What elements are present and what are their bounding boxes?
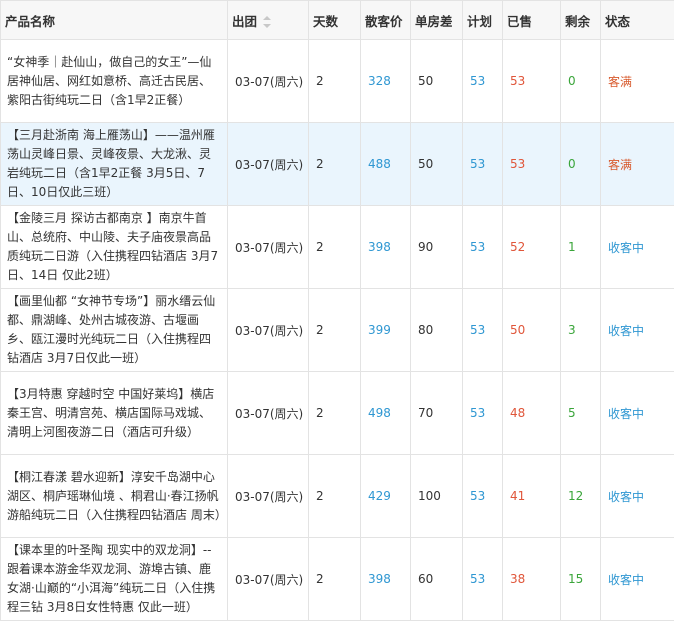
single-room-value: 90 <box>410 205 463 289</box>
left-value: 1 <box>560 205 601 289</box>
left-value: 0 <box>560 122 601 206</box>
plan-value: 53 <box>462 122 503 206</box>
header-depart[interactable]: 出团 <box>227 0 309 40</box>
sold-value: 50 <box>502 288 561 372</box>
plan-value: 53 <box>462 537 503 621</box>
price-value: 328 <box>360 39 411 123</box>
depart-date: 03-07(周六) <box>227 454 309 538</box>
single-room-value: 60 <box>410 537 463 621</box>
header-price: 散客价 <box>360 0 411 40</box>
days-value: 2 <box>308 288 361 372</box>
left-value: 15 <box>560 537 601 621</box>
single-room-value: 50 <box>410 39 463 123</box>
price-value: 429 <box>360 454 411 538</box>
product-name-link[interactable]: 【画里仙都 “女神节专场”】丽水缙云仙都、鼎湖峰、处州古城夜游、古堰画乡、瓯江漫… <box>0 288 228 372</box>
status-badge: 客满 <box>600 122 674 206</box>
days-value: 2 <box>308 39 361 123</box>
sold-value: 48 <box>502 371 561 455</box>
status-badge: 收客中 <box>600 288 674 372</box>
depart-date: 03-07(周六) <box>227 371 309 455</box>
table-row[interactable]: 【金陵三月 探访古都南京 】南京牛首山、总统府、中山陵、夫子庙夜景高品质纯玩二日… <box>0 205 674 289</box>
sold-value: 53 <box>502 39 561 123</box>
header-status: 状态 <box>600 0 674 40</box>
table-row[interactable]: 【桐江春漾 碧水迎新】淳安千岛湖中心湖区、桐庐瑶琳仙境 、桐君山·春江扬帆游船纯… <box>0 454 674 538</box>
sold-value: 41 <box>502 454 561 538</box>
days-value: 2 <box>308 371 361 455</box>
header-single: 单房差 <box>410 0 463 40</box>
price-value: 399 <box>360 288 411 372</box>
days-value: 2 <box>308 122 361 206</box>
header-sold: 已售 <box>502 0 561 40</box>
tour-table: 产品名称 出团 天数 散客价 单房差 计划 已售 剩余 状态 “女神季｜赴仙山，… <box>0 0 674 621</box>
single-room-value: 100 <box>410 454 463 538</box>
depart-date: 03-07(周六) <box>227 122 309 206</box>
table-row[interactable]: “女神季｜赴仙山，做自己的女王”—仙居神仙居、网红如意桥、高迁古民居、紫阳古街纯… <box>0 39 674 123</box>
product-name-link[interactable]: 【3月特惠 穿越时空 中国好莱坞】横店秦王宫、明清宫苑、横店国际马戏城、清明上河… <box>0 371 228 455</box>
plan-value: 53 <box>462 454 503 538</box>
depart-date: 03-07(周六) <box>227 205 309 289</box>
table-row[interactable]: 【画里仙都 “女神节专场”】丽水缙云仙都、鼎湖峰、处州古城夜游、古堰画乡、瓯江漫… <box>0 288 674 372</box>
single-room-value: 80 <box>410 288 463 372</box>
plan-value: 53 <box>462 371 503 455</box>
product-name-link[interactable]: 【桐江春漾 碧水迎新】淳安千岛湖中心湖区、桐庐瑶琳仙境 、桐君山·春江扬帆游船纯… <box>0 454 228 538</box>
plan-value: 53 <box>462 205 503 289</box>
depart-date: 03-07(周六) <box>227 39 309 123</box>
depart-date: 03-07(周六) <box>227 288 309 372</box>
header-days: 天数 <box>308 0 361 40</box>
header-left: 剩余 <box>560 0 601 40</box>
price-value: 488 <box>360 122 411 206</box>
table-row[interactable]: 【三月赴浙南 海上雁荡山】——温州雁荡山灵峰日景、灵峰夜景、大龙湫、灵岩纯玩二日… <box>0 122 674 206</box>
days-value: 2 <box>308 537 361 621</box>
status-badge: 收客中 <box>600 537 674 621</box>
status-badge: 收客中 <box>600 205 674 289</box>
price-value: 398 <box>360 205 411 289</box>
left-value: 0 <box>560 39 601 123</box>
sort-icon[interactable] <box>263 16 272 28</box>
header-plan: 计划 <box>462 0 503 40</box>
left-value: 3 <box>560 288 601 372</box>
left-value: 5 <box>560 371 601 455</box>
status-badge: 收客中 <box>600 454 674 538</box>
days-value: 2 <box>308 454 361 538</box>
sold-value: 52 <box>502 205 561 289</box>
single-room-value: 50 <box>410 122 463 206</box>
status-badge: 收客中 <box>600 371 674 455</box>
table-header-row: 产品名称 出团 天数 散客价 单房差 计划 已售 剩余 状态 <box>0 0 674 40</box>
plan-value: 53 <box>462 288 503 372</box>
product-name-link[interactable]: “女神季｜赴仙山，做自己的女王”—仙居神仙居、网红如意桥、高迁古民居、紫阳古街纯… <box>0 39 228 123</box>
header-depart-label: 出团 <box>232 13 258 29</box>
price-value: 498 <box>360 371 411 455</box>
status-badge: 客满 <box>600 39 674 123</box>
header-product-name: 产品名称 <box>0 0 228 40</box>
product-name-link[interactable]: 【课本里的叶圣陶 现实中的双龙洞】--跟着课本游金华双龙洞、游埠古镇、鹿女湖·山… <box>0 537 228 621</box>
table-row[interactable]: 【课本里的叶圣陶 现实中的双龙洞】--跟着课本游金华双龙洞、游埠古镇、鹿女湖·山… <box>0 537 674 621</box>
sold-value: 38 <box>502 537 561 621</box>
price-value: 398 <box>360 537 411 621</box>
left-value: 12 <box>560 454 601 538</box>
table-row[interactable]: 【3月特惠 穿越时空 中国好莱坞】横店秦王宫、明清宫苑、横店国际马戏城、清明上河… <box>0 371 674 455</box>
single-room-value: 70 <box>410 371 463 455</box>
product-name-link[interactable]: 【金陵三月 探访古都南京 】南京牛首山、总统府、中山陵、夫子庙夜景高品质纯玩二日… <box>0 205 228 289</box>
plan-value: 53 <box>462 39 503 123</box>
days-value: 2 <box>308 205 361 289</box>
product-name-link[interactable]: 【三月赴浙南 海上雁荡山】——温州雁荡山灵峰日景、灵峰夜景、大龙湫、灵岩纯玩二日… <box>0 122 228 206</box>
depart-date: 03-07(周六) <box>227 537 309 621</box>
sold-value: 53 <box>502 122 561 206</box>
